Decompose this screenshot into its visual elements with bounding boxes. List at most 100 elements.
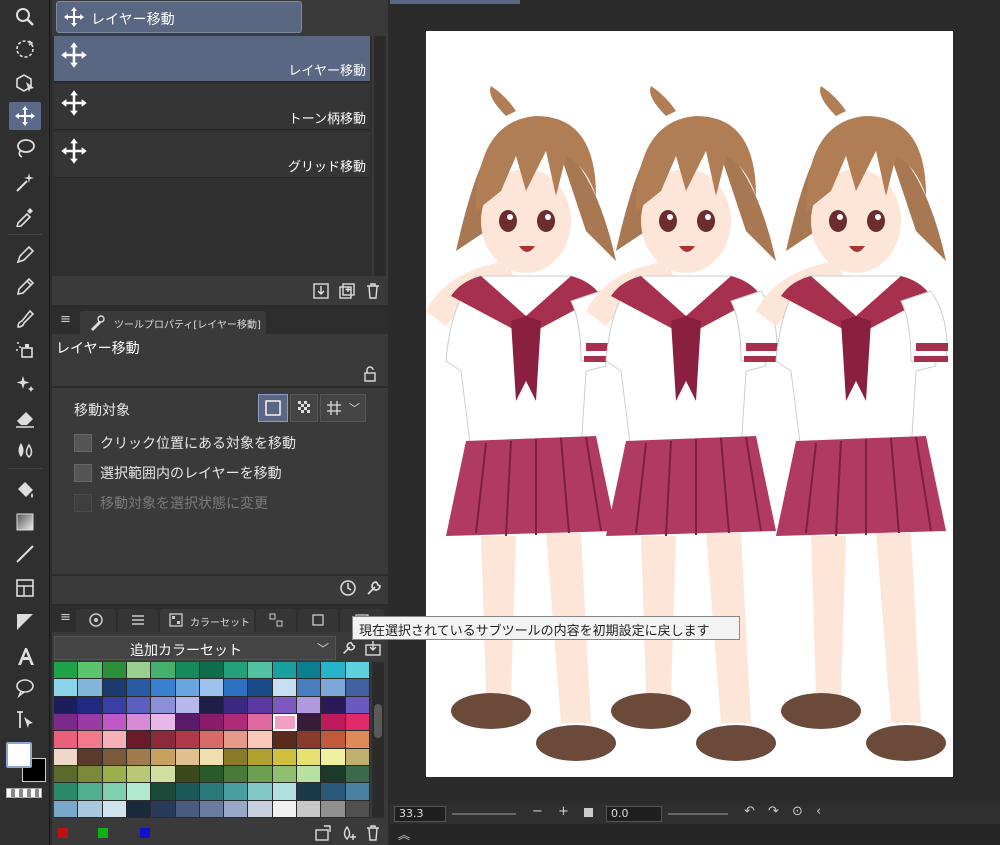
eyedropper-tool-icon[interactable] (9, 202, 41, 230)
tab-intermediate-color[interactable] (256, 609, 296, 632)
color-swatch[interactable] (248, 696, 273, 714)
color-swatch[interactable] (151, 696, 176, 714)
color-swatch[interactable] (224, 696, 249, 714)
replace-color-icon[interactable] (314, 824, 332, 842)
import-color-set-icon[interactable] (364, 639, 382, 657)
checkbox-row-click-position[interactable]: クリック位置にある対象を移動 (74, 432, 296, 454)
color-swatch[interactable] (151, 714, 176, 732)
subtool-item-tone-move[interactable]: トーン柄移動 (54, 84, 370, 130)
zoom-tool-icon[interactable] (9, 3, 41, 31)
color-swatch[interactable] (224, 748, 249, 766)
color-swatch[interactable] (78, 800, 103, 818)
color-swatch[interactable] (272, 731, 298, 749)
color-swatch[interactable] (345, 714, 370, 732)
color-swatch[interactable] (321, 800, 346, 818)
scrollbar-thumb[interactable] (374, 704, 382, 738)
eraser-tool-icon[interactable] (9, 404, 41, 432)
color-swatch[interactable] (78, 714, 103, 732)
zoom-out-icon[interactable]: − (532, 804, 543, 819)
color-swatch[interactable] (199, 714, 225, 732)
checkbox[interactable] (74, 434, 92, 452)
color-swatch[interactable] (297, 800, 322, 818)
zoom-slider[interactable] (452, 813, 516, 815)
color-swatch[interactable] (248, 766, 273, 784)
move-target-layer-button[interactable] (258, 394, 288, 422)
color-swatch[interactable] (175, 679, 200, 697)
rotate-right-icon[interactable]: ↷ (768, 804, 779, 819)
color-swatch[interactable] (54, 748, 79, 766)
decoration-tool-icon[interactable] (9, 370, 41, 398)
color-swatch[interactable] (175, 783, 200, 801)
rotate-left-icon[interactable]: ↶ (744, 804, 755, 819)
transparent-color-swatch[interactable] (6, 788, 42, 798)
color-swatch[interactable] (78, 766, 103, 784)
color-swatch[interactable] (151, 766, 176, 784)
color-swatch[interactable] (54, 731, 79, 749)
color-swatch[interactable] (175, 714, 200, 732)
color-swatch[interactable] (54, 800, 79, 818)
color-set-scrollbar[interactable] (372, 662, 384, 818)
color-swatch[interactable] (248, 714, 273, 732)
color-swatch[interactable] (199, 696, 225, 714)
save-subtool-icon[interactable] (312, 282, 330, 300)
color-swatch[interactable] (345, 783, 370, 801)
airbrush-tool-icon[interactable] (9, 336, 41, 364)
color-swatch[interactable] (321, 714, 346, 732)
color-swatch[interactable] (102, 679, 127, 697)
trash-icon[interactable] (364, 282, 382, 300)
color-swatch[interactable] (199, 662, 225, 680)
color-swatch[interactable] (224, 731, 249, 749)
reset-settings-icon[interactable] (338, 578, 358, 598)
color-swatch[interactable] (126, 679, 152, 697)
color-swatch[interactable] (272, 662, 298, 680)
color-swatch[interactable] (345, 662, 370, 680)
tab-color-wheel[interactable] (76, 609, 116, 632)
color-swatch[interactable] (199, 679, 225, 697)
color-swatch[interactable] (175, 748, 200, 766)
color-swatch[interactable] (224, 766, 249, 784)
tab-color-set[interactable]: カラーセット (160, 609, 254, 632)
zoom-in-icon[interactable]: + (558, 804, 569, 819)
color-swatch[interactable] (272, 748, 298, 766)
flip-icon[interactable]: ‹ (816, 804, 821, 819)
color-swatch[interactable] (151, 662, 176, 680)
color-swatch[interactable] (102, 731, 127, 749)
move-target-tone-button[interactable] (290, 394, 318, 422)
color-swatch[interactable] (248, 800, 273, 818)
fit-icon[interactable] (584, 808, 593, 817)
color-swatch[interactable] (175, 696, 200, 714)
color-swatch[interactable] (248, 783, 273, 801)
color-swatch[interactable] (199, 748, 225, 766)
subtool-group-tab[interactable]: レイヤー移動 (56, 1, 302, 33)
color-swatch[interactable] (224, 679, 249, 697)
canvas-area[interactable] (390, 0, 1000, 820)
color-swatch[interactable] (54, 766, 79, 784)
pen-tool-icon[interactable] (9, 240, 41, 268)
color-swatch[interactable] (297, 766, 322, 784)
color-swatch[interactable] (126, 714, 152, 732)
color-swatch[interactable] (78, 783, 103, 801)
color-swatch[interactable] (272, 714, 298, 732)
color-swatch[interactable] (199, 766, 225, 784)
tab-color-slider[interactable] (118, 609, 158, 632)
color-swatch[interactable] (151, 748, 176, 766)
color-swatch[interactable] (102, 800, 127, 818)
gradient-tool-icon[interactable] (9, 508, 41, 536)
color-swatch[interactable] (102, 748, 127, 766)
color-swatch[interactable] (224, 714, 249, 732)
color-swatch[interactable] (54, 696, 79, 714)
color-swatch[interactable] (126, 731, 152, 749)
color-swatch[interactable] (321, 748, 346, 766)
color-swatch[interactable] (224, 800, 249, 818)
color-swatch[interactable] (78, 731, 103, 749)
figure-tool-icon[interactable] (9, 540, 41, 568)
color-swatch[interactable] (126, 783, 152, 801)
balloon-tool-icon[interactable] (9, 674, 41, 702)
move-tool-icon[interactable] (9, 102, 41, 130)
color-swatch[interactable] (126, 696, 152, 714)
reset-rotation-icon[interactable]: ⊙ (792, 804, 803, 819)
color-swatch[interactable] (78, 662, 103, 680)
color-swatch[interactable] (151, 783, 176, 801)
color-swatch[interactable] (297, 748, 322, 766)
color-swatch[interactable] (224, 662, 249, 680)
